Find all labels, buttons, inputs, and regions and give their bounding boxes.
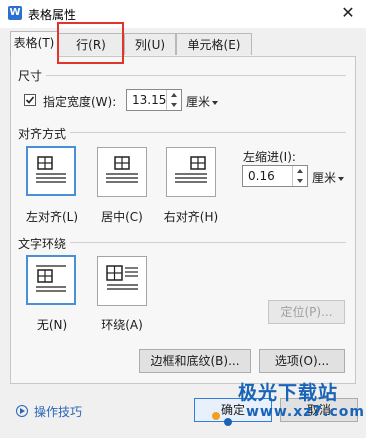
watermark-brand: 极光下载站 <box>238 382 339 404</box>
align-center-icon <box>106 156 138 183</box>
watermark: 极光下载站 www.xz7.com <box>210 378 364 434</box>
align-left-option[interactable] <box>26 146 76 196</box>
wrap-around-option[interactable] <box>97 256 147 306</box>
align-right-icon <box>175 156 207 183</box>
arrow-up-icon <box>171 93 177 97</box>
play-circle-icon <box>16 405 28 417</box>
align-left-icon <box>36 156 66 183</box>
tab-cell[interactable]: 单元格(E) <box>176 33 252 55</box>
indent-unit-label: 厘米 <box>312 171 337 185</box>
borders-shading-button[interactable]: 边框和底纹(B)... <box>139 349 251 373</box>
text-wrap-heading: 文字环绕 <box>18 237 67 251</box>
indent-unit-dropdown[interactable]: 厘米 <box>312 169 345 186</box>
size-divider <box>46 75 346 76</box>
align-center-option[interactable] <box>97 147 147 197</box>
width-value: 13.15 <box>132 93 167 107</box>
wrap-around-label: 环绕(A) <box>101 318 143 332</box>
left-indent-label: 左缩进(I): <box>243 150 296 164</box>
specify-width-checkbox[interactable] <box>24 94 36 106</box>
alignment-divider <box>70 132 346 133</box>
watermark-logo-icon <box>224 418 232 426</box>
width-unit-label: 厘米 <box>186 95 211 109</box>
arrow-up-icon <box>297 169 303 173</box>
text-wrap-divider <box>70 242 346 243</box>
indent-increment-button[interactable] <box>293 166 307 176</box>
specify-width-label: 指定宽度(W): <box>43 95 117 109</box>
watermark-url: www.xz7.com <box>246 404 365 420</box>
align-center-label: 居中(C) <box>101 210 143 224</box>
align-left-label: 左对齐(L) <box>25 210 79 224</box>
watermark-logo-icon <box>212 412 220 420</box>
dropdown-arrow-icon <box>212 100 219 105</box>
indent-decrement-button[interactable] <box>293 176 307 186</box>
highlight-annotation <box>57 22 124 64</box>
tab-column[interactable]: 列(U) <box>124 33 176 55</box>
arrow-down-icon <box>171 103 177 107</box>
wrap-none-option[interactable] <box>26 255 76 305</box>
indent-spinner <box>292 166 307 186</box>
width-decrement-button[interactable] <box>167 100 181 110</box>
wps-writer-icon: W <box>8 6 22 20</box>
align-right-label: 右对齐(H) <box>163 210 219 224</box>
align-right-option[interactable] <box>166 147 216 197</box>
width-increment-button[interactable] <box>167 90 181 100</box>
wrap-around-icon <box>106 265 138 290</box>
width-unit-dropdown[interactable]: 厘米 <box>186 93 219 110</box>
close-button[interactable]: ✕ <box>336 2 360 24</box>
dropdown-arrow-icon <box>338 176 345 181</box>
tips-link[interactable]: 操作技巧 <box>34 403 82 420</box>
window-title: 表格属性 <box>28 8 77 22</box>
alignment-heading: 对齐方式 <box>18 127 67 141</box>
left-indent-input[interactable]: 0.16 <box>242 165 308 187</box>
width-spinner <box>166 90 181 110</box>
size-heading: 尺寸 <box>18 69 43 83</box>
width-input[interactable]: 13.15 <box>126 89 182 111</box>
checkmark-icon <box>25 96 35 104</box>
arrow-down-icon <box>297 179 303 183</box>
position-button[interactable]: 定位(P)... <box>268 300 345 324</box>
options-button[interactable]: 选项(O)... <box>259 349 345 373</box>
tab-table[interactable]: 表格(T) <box>10 31 58 57</box>
left-indent-value: 0.16 <box>248 169 275 183</box>
wrap-none-icon <box>36 265 66 292</box>
wrap-none-label: 无(N) <box>36 318 68 332</box>
